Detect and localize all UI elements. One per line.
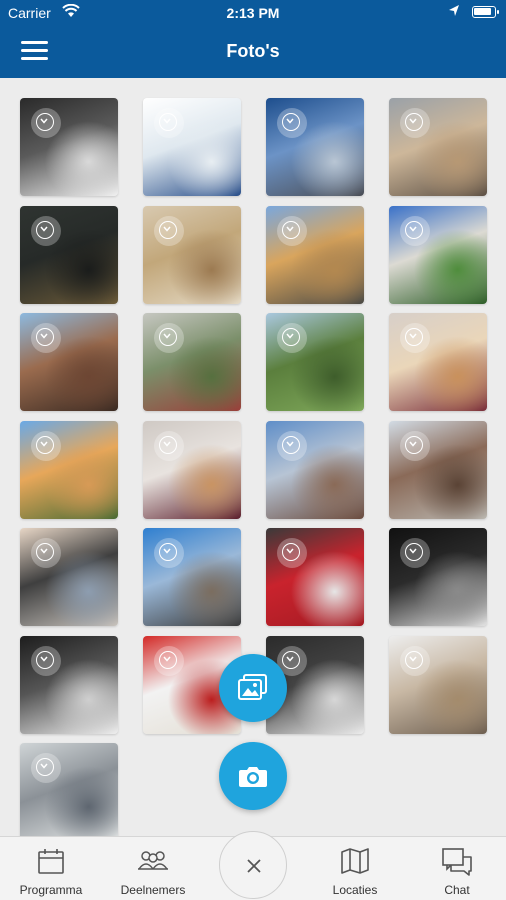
close-icon [247, 859, 261, 873]
gallery-button[interactable] [219, 654, 287, 722]
select-chevron-icon[interactable] [31, 753, 61, 783]
select-chevron-icon[interactable] [277, 538, 307, 568]
photo-thumbnail[interactable] [143, 313, 241, 411]
clock: 2:13 PM [226, 5, 280, 21]
select-chevron-icon[interactable] [277, 323, 307, 353]
photo-thumbnail[interactable] [266, 420, 364, 519]
photo-thumbnail[interactable] [20, 313, 118, 411]
photo-thumbnail[interactable] [143, 528, 241, 626]
people-icon [138, 851, 168, 870]
select-chevron-icon[interactable] [400, 108, 430, 138]
camera-button[interactable] [219, 742, 287, 810]
select-chevron-icon[interactable] [154, 538, 184, 568]
close-button[interactable] [219, 831, 287, 899]
photo-thumbnail[interactable] [266, 313, 364, 411]
tab-chat-label: Chat [444, 883, 470, 897]
select-chevron-icon[interactable] [154, 215, 184, 246]
select-chevron-icon[interactable] [31, 538, 61, 568]
select-chevron-icon[interactable] [31, 645, 61, 676]
status-bar: Carrier 2:13 PM [0, 0, 506, 26]
select-chevron-icon[interactable] [154, 108, 184, 138]
tab-programma[interactable]: Programma [8, 837, 94, 900]
photo-thumbnail[interactable] [266, 205, 364, 304]
select-chevron-icon[interactable] [400, 323, 430, 353]
photo-thumbnail[interactable] [266, 528, 364, 626]
select-chevron-icon[interactable] [277, 108, 307, 138]
photo-thumbnail[interactable] [389, 98, 487, 196]
tab-programma-label: Programma [19, 883, 83, 897]
select-chevron-icon[interactable] [31, 215, 61, 246]
chat-icon [442, 848, 472, 876]
select-chevron-icon[interactable] [31, 108, 61, 138]
select-chevron-icon[interactable] [154, 430, 184, 461]
tab-locaties-label: Locaties [332, 883, 378, 897]
tab-chat[interactable]: Chat [414, 837, 500, 900]
select-chevron-icon[interactable] [277, 215, 307, 246]
photo-thumbnail[interactable] [20, 98, 118, 196]
tab-deelnemers-label: Deelnemers [120, 883, 186, 897]
select-chevron-icon[interactable] [400, 645, 430, 676]
select-chevron-icon[interactable] [400, 538, 430, 568]
select-chevron-icon[interactable] [400, 215, 430, 246]
select-chevron-icon[interactable] [31, 430, 61, 461]
photo-thumbnail[interactable] [143, 420, 241, 519]
photo-thumbnail[interactable] [20, 205, 118, 304]
select-chevron-icon[interactable] [154, 323, 184, 353]
photo-thumbnail[interactable] [20, 743, 118, 841]
select-chevron-icon[interactable] [400, 430, 430, 461]
calendar-icon [38, 849, 64, 874]
photo-thumbnail[interactable] [143, 98, 241, 196]
page-title: Foto's [226, 41, 280, 61]
photo-thumbnail[interactable] [266, 98, 364, 196]
photo-thumbnail[interactable] [20, 420, 118, 519]
photo-thumbnail[interactable] [389, 313, 487, 411]
photo-thumbnail[interactable] [20, 635, 118, 734]
select-chevron-icon[interactable] [277, 430, 307, 461]
select-chevron-icon[interactable] [31, 323, 61, 353]
gallery-icon [238, 674, 267, 700]
tab-deelnemers[interactable]: Deelnemers [110, 837, 196, 900]
select-chevron-icon[interactable] [154, 645, 184, 676]
photo-thumbnail[interactable] [389, 420, 487, 519]
photo-thumbnail[interactable] [20, 528, 118, 626]
photo-thumbnail[interactable] [389, 205, 487, 304]
app-header: Carrier 2:13 PM Foto's [0, 0, 506, 78]
map-icon [341, 848, 369, 874]
camera-icon [239, 767, 267, 787]
photo-thumbnail[interactable] [143, 205, 241, 304]
photo-thumbnail[interactable] [389, 528, 487, 626]
battery-icon [472, 6, 499, 18]
photo-thumbnail[interactable] [389, 635, 487, 734]
tab-locaties[interactable]: Locaties [312, 837, 398, 900]
location-arrow-icon [448, 4, 460, 21]
